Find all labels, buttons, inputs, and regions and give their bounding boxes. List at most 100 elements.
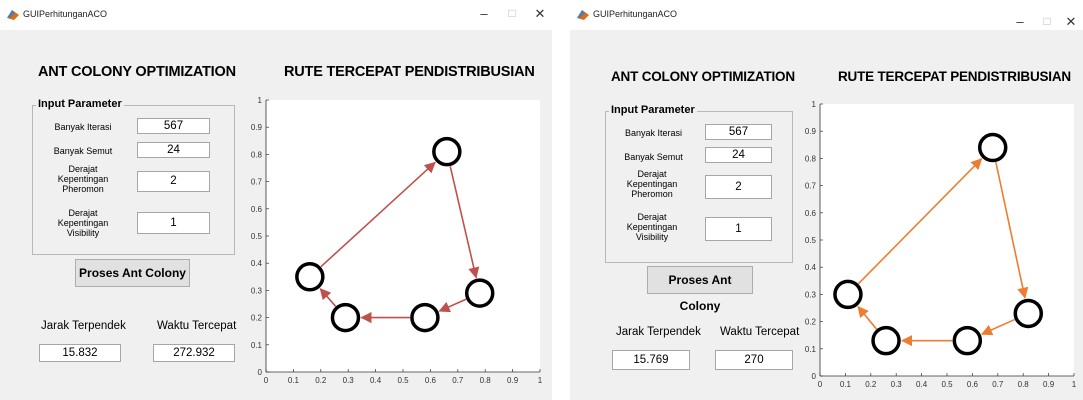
x-tick-label: 0.3: [343, 376, 355, 385]
y-tick-label: 1: [258, 96, 263, 105]
y-tick-label: 0.1: [805, 345, 817, 354]
city-node: [871, 325, 901, 356]
city-node: [833, 279, 863, 310]
y-tick-label: 0.7: [805, 182, 817, 191]
ants-input[interactable]: 24: [705, 147, 772, 163]
x-tick-label: 1: [1072, 380, 1077, 389]
matlab-icon: [7, 10, 19, 20]
pheromone-input[interactable]: 2: [705, 175, 772, 199]
route-plot-svg: 0 0.1 0.2 0.3 0.4 0.5 0.6 0.7 0.8 0.9 1 0 0.1 0.2 0.3 0…: [805, 100, 1077, 389]
window-title: GUIPerhitunganACO: [593, 9, 678, 19]
iteration-input[interactable]: 567: [705, 124, 772, 140]
title-bar: GUIPerhitunganACO – □ ✕: [570, 0, 1083, 30]
minimize-button[interactable]: –: [474, 6, 494, 21]
ants-input[interactable]: 24: [137, 142, 210, 158]
close-button[interactable]: ✕: [1061, 14, 1081, 30]
iteration-label: Banyak Iterasi: [54, 122, 112, 132]
y-tick-label: 0.9: [805, 127, 817, 136]
x-tick-label: 0.7: [992, 380, 1004, 389]
title-bar: GUIPerhitunganACO – □ ✕: [0, 0, 552, 30]
y-tick-label: 0.8: [805, 154, 817, 163]
x-tick-label: 0.6: [967, 380, 979, 389]
x-tick-label: 0.6: [425, 376, 437, 385]
pheromone-label: Derajat Kepentingan Pheromon: [626, 169, 678, 199]
minimize-button[interactable]: –: [1010, 14, 1030, 29]
x-tick-label: 0.4: [370, 376, 382, 385]
y-tick-label: 0.4: [251, 259, 263, 268]
distance-label: Jarak Terpendek: [616, 326, 701, 338]
x-tick-label: 0.3: [891, 380, 903, 389]
route-plot-svg: 0 0.1 0.2 0.3 0.4 0.5 0.6 0.7 0.8 0.9 1 0 0.1 0.2 0.3 0…: [251, 96, 543, 385]
x-tick-label: 0: [264, 376, 269, 385]
input-parameter-panel: Input Parameter Banyak Iterasi 567 Banya…: [32, 98, 235, 255]
city-node: [295, 262, 325, 292]
ants-label: Banyak Semut: [624, 152, 683, 162]
time-output[interactable]: 272.932: [153, 344, 235, 362]
city-node: [432, 136, 462, 167]
x-tick-label: 0.8: [1018, 380, 1030, 389]
y-tick-label: 0.6: [251, 205, 263, 214]
y-tick-label: 0.7: [251, 178, 263, 187]
y-tick-label: 0: [812, 372, 817, 381]
y-tick-label: 0.5: [805, 236, 817, 245]
y-tick-label: 1: [812, 100, 817, 109]
time-label: Waktu Tercepat: [157, 320, 237, 332]
x-tick-label: 0.2: [865, 380, 877, 389]
y-tick-label: 0.2: [251, 314, 263, 323]
route-plot: 0 0.1 0.2 0.3 0.4 0.5 0.6 0.7 0.8 0.9 1 0 0.1 0.2 0.3 0…: [796, 98, 1081, 394]
y-tick-label: 0.6: [805, 209, 817, 218]
y-tick-label: 0.8: [251, 150, 263, 159]
panel-title: Input Parameter: [609, 104, 697, 116]
y-tick-label: 0.3: [805, 290, 817, 299]
x-tick-label: 1: [538, 376, 543, 385]
pheromone-label: Derajat Kepentingan Pheromon: [57, 164, 109, 194]
x-tick-label: 0: [818, 380, 823, 389]
matlab-window-2: GUIPerhitunganACO – □ ✕ ANT COLONY OPTIM…: [570, 0, 1083, 400]
x-tick-label: 0.9: [1043, 380, 1055, 389]
x-tick-label: 0.4: [916, 380, 928, 389]
plot-area: [266, 100, 540, 372]
iteration-label: Banyak Iterasi: [624, 128, 683, 138]
iteration-input[interactable]: 567: [137, 118, 210, 134]
y-tick-label: 0: [258, 368, 263, 377]
x-tick-label: 0.5: [397, 376, 409, 385]
city-node: [952, 325, 983, 356]
y-tick-label: 0.5: [251, 232, 263, 241]
y-tick-label: 0.3: [251, 286, 263, 295]
city-node: [977, 132, 1008, 163]
ants-label: Banyak Semut: [53, 146, 113, 156]
city-node: [1013, 298, 1044, 329]
process-ant-colony-button[interactable]: Proses Ant Colony: [75, 259, 190, 287]
x-tick-label: 0.7: [452, 376, 464, 385]
visibility-label: Derajat Kepentingan Visibility: [626, 212, 678, 242]
process-ant-colony-button[interactable]: Proses Ant Colony: [647, 266, 753, 313]
city-node: [410, 302, 440, 333]
maximize-button[interactable]: □: [502, 6, 522, 20]
x-tick-label: 0.5: [941, 380, 953, 389]
maximize-button[interactable]: □: [1037, 14, 1057, 28]
plot-area: [820, 104, 1074, 376]
time-output[interactable]: 270: [715, 350, 793, 370]
x-tick-label: 0.8: [480, 376, 492, 385]
distance-output[interactable]: 15.832: [39, 344, 121, 362]
y-tick-label: 0.2: [805, 318, 817, 327]
matlab-window-1: GUIPerhitunganACO – □ ✕ ANT COLONY OPTIM…: [0, 0, 552, 400]
distance-label: Jarak Terpendek: [41, 320, 126, 332]
x-tick-label: 0.2: [315, 376, 327, 385]
close-button[interactable]: ✕: [530, 6, 550, 22]
y-tick-label: 0.9: [251, 123, 263, 132]
distance-output[interactable]: 15.769: [612, 350, 690, 370]
window-title: GUIPerhitunganACO: [23, 9, 108, 19]
time-label: Waktu Tercepat: [720, 326, 800, 338]
pheromone-input[interactable]: 2: [137, 171, 210, 192]
x-tick-label: 0.1: [840, 380, 852, 389]
x-tick-label: 0.1: [288, 376, 300, 385]
visibility-input[interactable]: 1: [137, 212, 210, 234]
input-parameter-panel: Input Parameter Banyak Iterasi 567 Banya…: [605, 104, 793, 263]
route-title: RUTE TERCEPAT PENDISTRIBUSIAN: [284, 64, 535, 80]
visibility-input[interactable]: 1: [705, 217, 772, 241]
aco-title: ANT COLONY OPTIMIZATION: [611, 69, 795, 84]
city-node: [464, 278, 495, 308]
city-node: [330, 302, 361, 333]
y-tick-label: 0.1: [251, 341, 263, 350]
